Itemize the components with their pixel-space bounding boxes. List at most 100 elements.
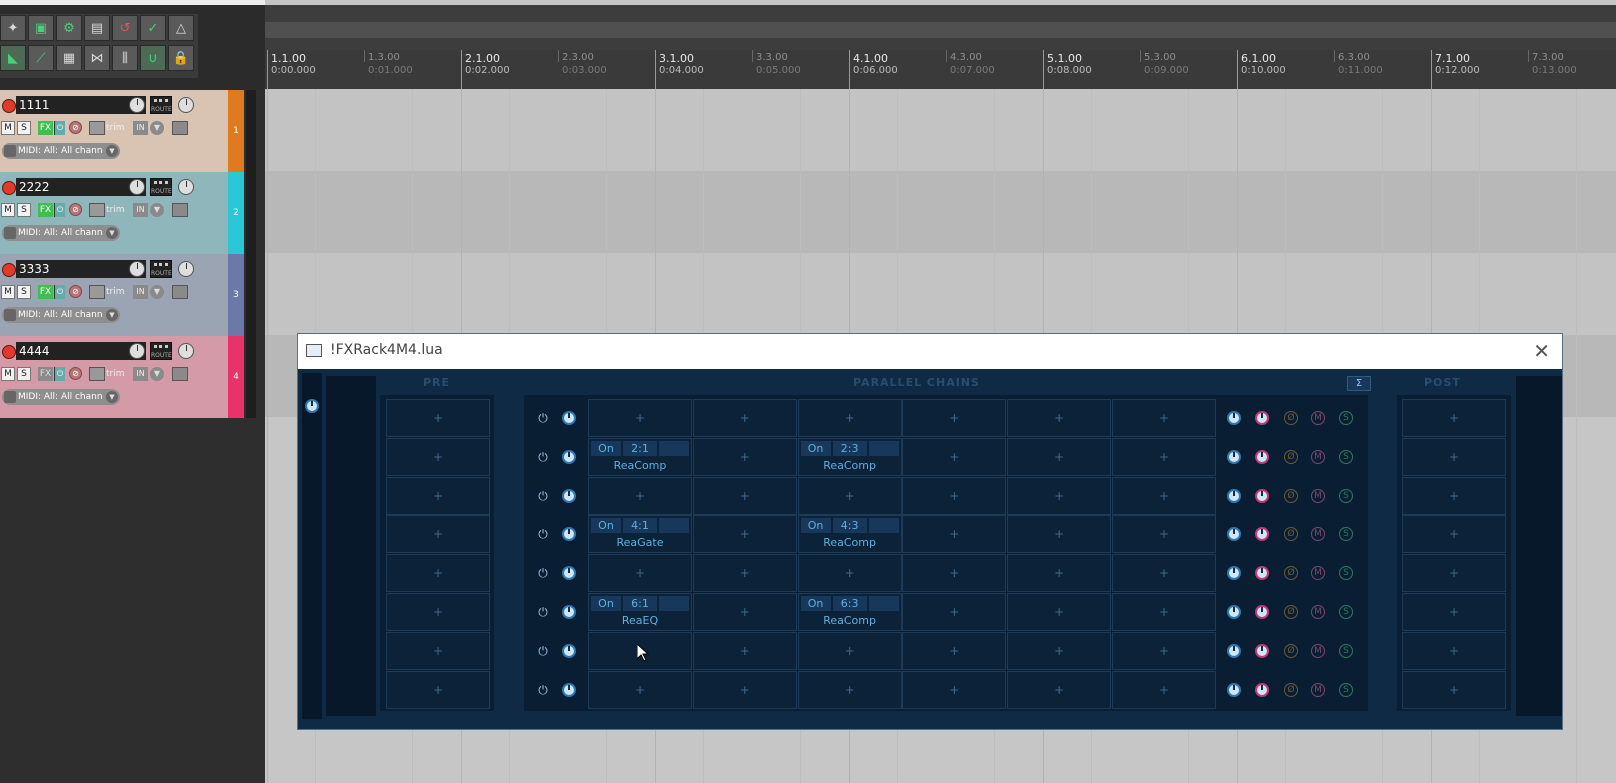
chevron-down-icon[interactable]: ▼ <box>106 227 118 239</box>
envelope-icon[interactable]: ▦ <box>56 45 82 71</box>
chain-slot[interactable]: + <box>692 631 797 670</box>
fx-name[interactable]: ReaComp <box>799 536 901 549</box>
monitor-icon[interactable] <box>172 285 188 299</box>
fx-channel[interactable]: 4:3 <box>832 518 867 534</box>
automation-mode[interactable]: trim <box>106 203 128 217</box>
phase-icon[interactable]: ⊘ <box>69 285 82 298</box>
track-name[interactable]: 4444 <box>16 342 146 360</box>
fx-slot[interactable]: On 4:3 ReaComp <box>797 515 902 554</box>
chain-slot[interactable]: + <box>1112 554 1216 593</box>
chain-slot[interactable]: + <box>902 476 1007 515</box>
chain-slot[interactable]: + <box>588 476 692 515</box>
route-button[interactable]: ROUTE <box>150 260 172 278</box>
fxrack-window[interactable]: !FXRack4M4.lua ✕ PRE PARALLEL CHAINS POS… <box>297 333 1563 730</box>
power-icon[interactable]: ⏻ <box>536 411 550 425</box>
fx-name[interactable]: ReaComp <box>589 459 691 472</box>
grid-icon[interactable]: ✓ <box>140 15 166 41</box>
chain-slot[interactable]: + <box>902 399 1007 437</box>
chain-slot[interactable]: + <box>1112 399 1216 437</box>
new-project-icon[interactable]: ✦ <box>0 15 26 41</box>
mute-icon[interactable]: M <box>1311 643 1325 658</box>
monitor-icon[interactable] <box>172 203 188 217</box>
fx-name[interactable]: ReaEQ <box>589 614 691 627</box>
chain-gain-knob[interactable] <box>562 643 576 658</box>
chain-slot[interactable]: + <box>797 554 902 593</box>
chain-volume-knob[interactable] <box>1227 488 1241 503</box>
record-arm-button[interactable] <box>2 345 16 359</box>
track-name[interactable]: 2222 <box>16 178 146 196</box>
timeline-ruler[interactable]: 1.1.00 0:00.000 1.3.00 0:01.000 2.1.00 0:02.0… <box>265 50 1616 90</box>
chain-pan-knob[interactable] <box>1255 605 1269 619</box>
track-number[interactable]: 4 <box>228 336 244 418</box>
close-icon[interactable]: ✕ <box>1533 339 1550 363</box>
solo-icon[interactable]: S <box>1339 411 1353 425</box>
save-icon[interactable]: ▣ <box>28 15 54 41</box>
chain-slot[interactable]: + <box>692 593 797 631</box>
fx-slot[interactable]: On 6:1 ReaEQ <box>588 593 692 631</box>
fx-on-toggle[interactable]: On <box>800 440 831 456</box>
chain-slot[interactable]: + <box>692 476 797 515</box>
record-arm-button[interactable] <box>2 181 16 195</box>
project-settings-icon[interactable]: ⚙ <box>56 15 82 41</box>
input-dropdown-icon[interactable]: ▼ <box>150 367 164 381</box>
solo-icon[interactable]: S <box>1339 643 1353 658</box>
chain-slot[interactable]: + <box>1007 515 1112 554</box>
mute-button[interactable]: M <box>1 203 15 217</box>
pre-slot[interactable]: + <box>386 593 490 631</box>
chevron-down-icon[interactable]: ▼ <box>106 391 118 403</box>
power-icon[interactable]: ⏻ <box>536 605 550 619</box>
chain-slot[interactable]: + <box>692 554 797 593</box>
pre-slot[interactable]: + <box>386 631 490 670</box>
lock-icon[interactable]: 🔒 <box>168 45 194 71</box>
chain-slot[interactable]: + <box>1007 670 1112 709</box>
input-button[interactable]: IN <box>133 285 148 299</box>
solo-icon[interactable]: S <box>1339 488 1353 503</box>
fx-slot[interactable]: On 6:3 ReaComp <box>797 593 902 631</box>
chain-slot[interactable]: + <box>902 631 1007 670</box>
input-button[interactable]: IN <box>133 121 148 135</box>
chain-slot[interactable]: + <box>692 399 797 437</box>
fx-slot[interactable]: On 2:1 ReaComp <box>588 437 692 476</box>
pre-slot[interactable]: + <box>386 554 490 593</box>
automation-mode[interactable]: trim <box>106 121 128 135</box>
mute-icon[interactable]: M <box>1311 605 1325 619</box>
chain-slot[interactable]: + <box>797 399 902 437</box>
pan-knob[interactable] <box>178 343 194 359</box>
chain-slot[interactable]: + <box>1112 476 1216 515</box>
midi-input-selector[interactable]: MIDI: All: All chann ▼ <box>2 307 120 323</box>
pan-knob[interactable] <box>178 261 194 277</box>
input-dropdown-icon[interactable]: ▼ <box>150 121 164 135</box>
route-button[interactable]: ROUTE <box>150 96 172 114</box>
chain-slot[interactable]: + <box>902 554 1007 593</box>
record-arm-button[interactable] <box>2 263 16 277</box>
chain-gain-knob[interactable] <box>562 449 576 464</box>
chain-slot[interactable]: + <box>1007 476 1112 515</box>
pan-knob[interactable] <box>178 97 194 113</box>
chain-slot[interactable]: + <box>1112 437 1216 476</box>
input-gain-knob[interactable] <box>305 399 319 413</box>
track-2[interactable]: 2222 ROUTE M S FX ⏻ ⊘ trim IN ▼ MIDI: All: All cha… <box>0 172 228 254</box>
fx-bypass-icon[interactable]: ⏻ <box>54 121 65 135</box>
chain-slot[interactable]: + <box>588 399 692 437</box>
post-slot[interactable]: + <box>1402 476 1506 515</box>
chain-slot[interactable]: + <box>1007 437 1112 476</box>
route-button[interactable]: ROUTE <box>150 342 172 360</box>
volume-knob[interactable] <box>129 343 145 359</box>
power-icon[interactable]: ⏻ <box>536 644 550 658</box>
fx-slot[interactable]: On 2:3 ReaComp <box>797 437 902 476</box>
fx-bypass-icon[interactable]: ⏻ <box>54 367 65 381</box>
fx-channel[interactable]: 6:1 <box>623 596 657 611</box>
chain-slot[interactable]: + <box>902 670 1007 709</box>
chain-pan-knob[interactable] <box>1255 643 1269 658</box>
fx-channel[interactable]: 6:3 <box>832 596 867 611</box>
track-1[interactable]: 1111 ROUTE M S FX ⏻ ⊘ trim IN ▼ MIDI: All: All cha… <box>0 90 228 172</box>
chain-pan-knob[interactable] <box>1255 682 1269 697</box>
sum-button[interactable]: Σ <box>1347 376 1371 391</box>
chain-slot[interactable]: + <box>1007 593 1112 631</box>
fx-on-toggle[interactable]: On <box>800 596 831 611</box>
fx-button[interactable]: FX <box>38 203 53 217</box>
metronome-icon[interactable]: △ <box>168 15 194 41</box>
chain-slot[interactable]: + <box>797 631 902 670</box>
post-slot[interactable]: + <box>1402 554 1506 593</box>
chain-slot[interactable]: + <box>588 670 692 709</box>
